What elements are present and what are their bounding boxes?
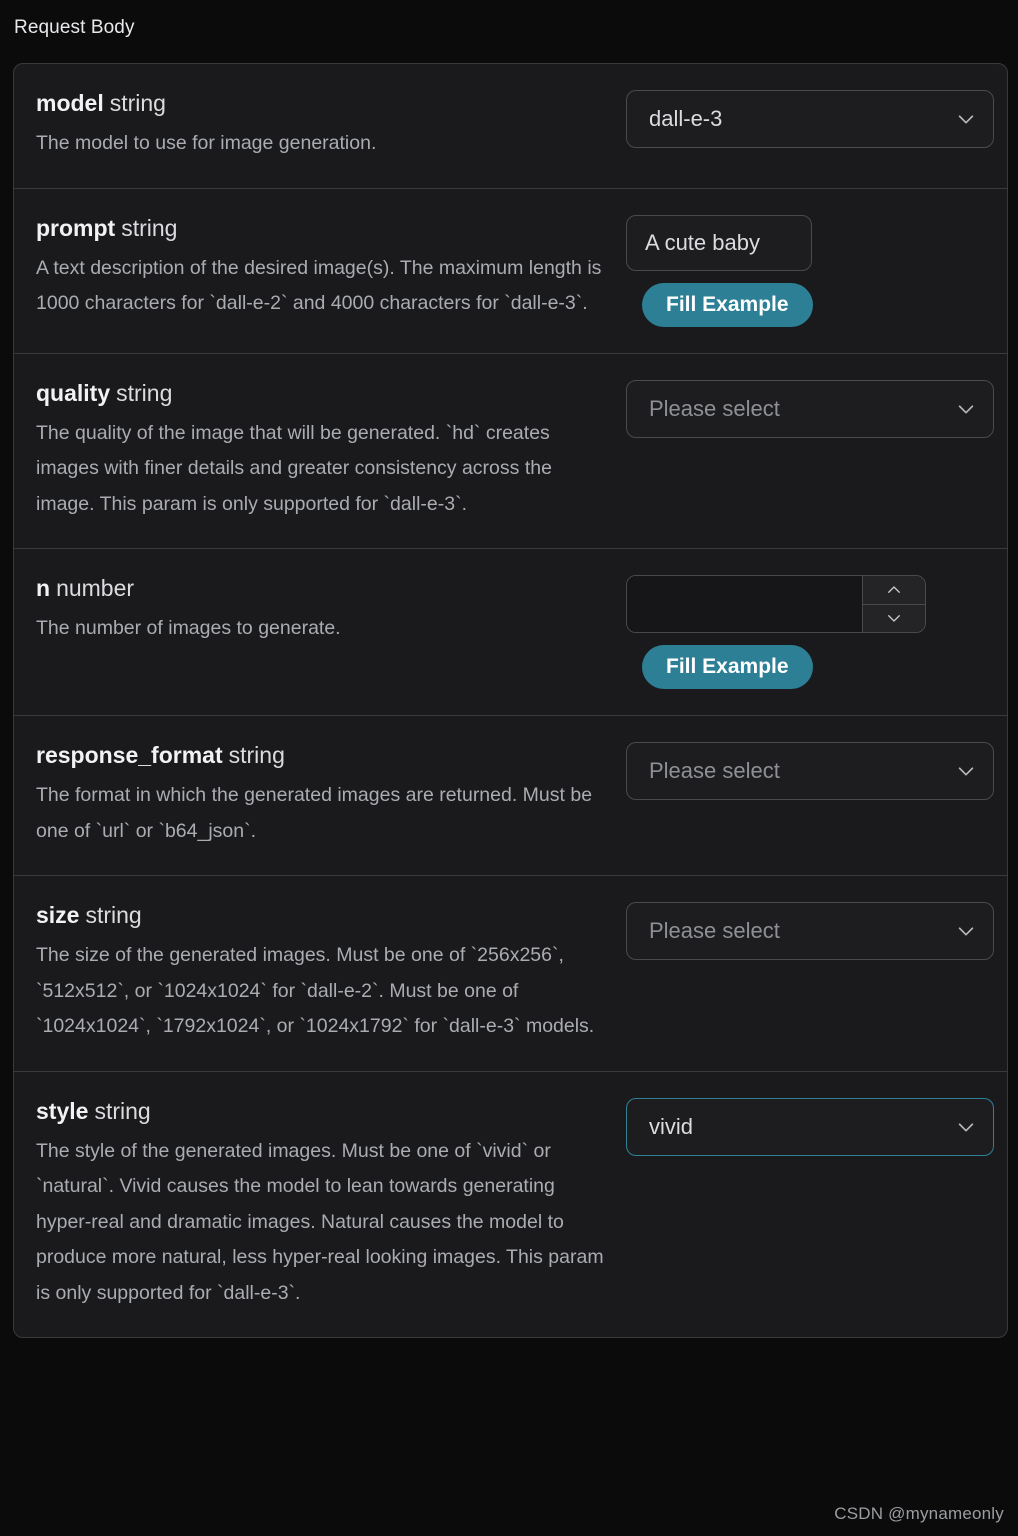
select-value: Please select — [649, 918, 780, 943]
param-type: string — [109, 90, 166, 116]
param-heading: style string — [36, 1096, 614, 1126]
select-value: Please select — [649, 395, 780, 421]
param-heading: model string — [36, 88, 614, 118]
chevron-down-icon — [955, 108, 977, 130]
input-prompt[interactable]: A cute baby — [626, 214, 812, 271]
param-row: style string The style of the generated im… — [14, 1072, 1007, 1338]
param-info: size string The size of the generated imag… — [36, 900, 626, 1045]
param-type: string — [85, 902, 142, 928]
input-value: A cute baby — [645, 229, 760, 255]
param-row: quality string The quality of the image th… — [14, 354, 1007, 549]
page-title: Request Body — [14, 17, 135, 38]
param-name: prompt — [36, 214, 116, 241]
param-info: n number The number of images to generate. — [36, 573, 626, 647]
chevron-down-icon — [955, 1116, 977, 1138]
param-type: string — [228, 742, 285, 768]
param-description: The quality of the image that will be ge… — [36, 421, 552, 515]
chevron-down-icon — [955, 760, 977, 782]
param-heading: n number — [36, 573, 614, 603]
param-description: The model to use for image generation. — [36, 132, 377, 154]
param-heading: quality string — [36, 378, 614, 408]
param-type: number — [56, 575, 135, 601]
fill-example-button[interactable]: Fill Example — [642, 282, 813, 327]
select-response_format[interactable]: Please select — [626, 742, 994, 800]
param-name: n — [36, 575, 51, 601]
param-description: The number of images to generate. — [36, 617, 341, 639]
select-value: Please select — [649, 758, 780, 783]
param-control: A cute baby Fill Example — [626, 213, 985, 327]
param-info: style string The style of the generated im… — [36, 1096, 626, 1312]
fill-example-button[interactable]: Fill Example — [642, 645, 813, 689]
param-row: prompt string A text description of the de… — [14, 189, 1007, 354]
param-name: response_format — [36, 742, 223, 768]
chevron-down-icon — [955, 920, 977, 942]
param-type: string — [94, 1097, 151, 1124]
number-stepper-n[interactable] — [626, 575, 926, 633]
select-style[interactable]: vivid — [626, 1097, 994, 1156]
select-size[interactable]: Please select — [626, 902, 994, 960]
param-info: model string The model to use for image ge… — [36, 88, 626, 162]
watermark: CSDN @mynameonly — [834, 1504, 1004, 1523]
select-model[interactable]: dall-e-3 — [626, 90, 994, 148]
param-info: quality string The quality of the image th… — [36, 378, 626, 523]
param-type: string — [121, 214, 178, 241]
select-quality[interactable]: Please select — [626, 379, 994, 438]
param-heading: prompt string — [36, 213, 614, 243]
chevron-down-icon — [955, 398, 977, 420]
param-row: model string The model to use for image ge… — [14, 64, 1007, 189]
chevron-up-icon[interactable] — [863, 576, 925, 604]
param-name: style — [36, 1097, 89, 1124]
number-input[interactable] — [627, 576, 862, 632]
param-name: size — [36, 902, 80, 928]
param-description: The style of the generated images. Must … — [36, 1139, 604, 1304]
param-info: prompt string A text description of the de… — [36, 213, 626, 322]
stepper-controls — [862, 576, 925, 632]
param-name: quality — [36, 379, 111, 406]
param-control: Please select — [626, 740, 994, 800]
request-body-params-card: model string The model to use for image ge… — [13, 63, 1008, 1338]
param-description: The format in which the generated images… — [36, 784, 593, 842]
param-info: response_format string The format in which… — [36, 740, 626, 849]
chevron-down-icon[interactable] — [863, 603, 925, 632]
param-control: Please select — [626, 900, 994, 960]
select-value: dall-e-3 — [649, 106, 723, 131]
param-description: The size of the generated images. Must b… — [36, 944, 595, 1037]
param-row: response_format string The format in which… — [14, 716, 1007, 876]
param-control: dall-e-3 — [626, 88, 994, 148]
param-row: n number The number of images to generate.… — [14, 549, 1007, 716]
param-name: model — [36, 90, 104, 116]
param-description: A text description of the desired image(… — [36, 256, 602, 315]
param-heading: size string — [36, 900, 614, 930]
param-control: Please select — [626, 378, 994, 438]
param-heading: response_format string — [36, 740, 614, 770]
param-type: string — [116, 379, 173, 406]
param-row: size string The size of the generated imag… — [14, 876, 1007, 1072]
select-value: vivid — [649, 1113, 694, 1139]
param-control: Fill Example — [626, 573, 985, 689]
param-control: vivid — [626, 1096, 994, 1156]
